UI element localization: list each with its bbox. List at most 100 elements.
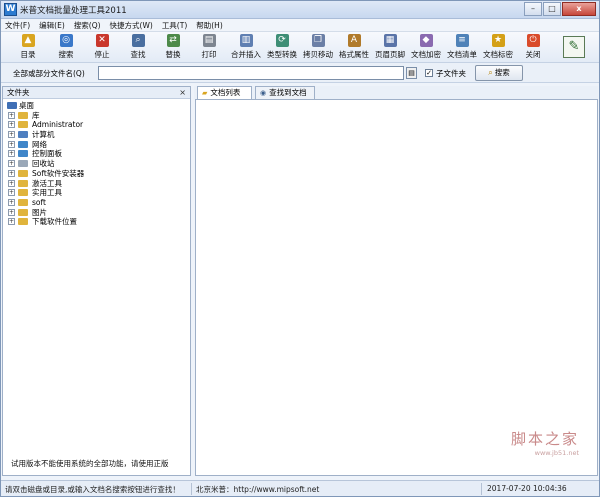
file-picker-button[interactable]: ▤ xyxy=(406,67,417,79)
toolbar-format-button[interactable]: A 格式属性 xyxy=(336,34,372,62)
expand-icon[interactable]: + xyxy=(8,131,15,139)
toolbar-directory-button[interactable]: ▲ 目录 xyxy=(13,34,43,62)
folder-icon xyxy=(18,169,28,177)
desktop-icon xyxy=(7,102,17,109)
expand-icon[interactable]: + xyxy=(8,160,15,168)
close-window-button[interactable]: x xyxy=(562,2,596,16)
maximize-button[interactable]: □ xyxy=(543,2,561,16)
tree-item[interactable]: + 控制面板 xyxy=(3,149,190,159)
folder-icon xyxy=(18,179,28,187)
find-icon: ⌕ xyxy=(131,34,145,47)
folder-icon xyxy=(18,218,28,226)
replace-icon: ⇄ xyxy=(166,34,180,47)
menu-help[interactable]: 帮助(H) xyxy=(196,20,223,31)
tree-item[interactable]: + 实用工具 xyxy=(3,188,190,198)
expand-icon[interactable]: + xyxy=(8,169,15,177)
toolbar-search-button[interactable]: ◎ 搜索 xyxy=(51,34,81,62)
toolbar-replace-button[interactable]: ⇄ 替换 xyxy=(158,34,188,62)
folder-icon xyxy=(18,198,28,206)
toolbar-merge-button[interactable]: ▥ 合并插入 xyxy=(228,34,264,62)
folder-icon xyxy=(18,131,28,139)
toolbar-print-button[interactable]: ▤ 打印 xyxy=(194,34,224,62)
binoculars-icon: ◉ xyxy=(260,89,267,97)
toolbar-doc-list-button[interactable]: ≡ 文档清单 xyxy=(444,34,480,62)
toolbar-convert-button[interactable]: ⟳ 类型转换 xyxy=(264,34,300,62)
tree-item-label: 图片 xyxy=(32,207,47,217)
tree-item-label: 激活工具 xyxy=(32,178,62,188)
tree-item[interactable]: + Administrator xyxy=(3,120,190,130)
toolbar-find-button[interactable]: ⌕ 查找 xyxy=(123,34,153,62)
expand-icon[interactable]: + xyxy=(8,121,15,129)
toolbar-encrypt-button[interactable]: ◆ 文档加密 xyxy=(408,34,444,62)
expand-icon[interactable]: + xyxy=(8,189,15,197)
list-icon: ≡ xyxy=(455,34,469,47)
minimize-button[interactable]: – xyxy=(524,2,542,16)
watermark-text: 脚本之家 xyxy=(510,430,579,448)
tree-item-label: 桌面 xyxy=(19,101,34,110)
title-bar[interactable]: W 米普文档批量处理工具2011 – □ x xyxy=(1,1,599,19)
trial-notice: 试用版本不能使用系统的全部功能，请使用正版 xyxy=(11,459,169,468)
expand-icon[interactable]: + xyxy=(8,111,15,119)
folder-icon xyxy=(18,121,28,129)
header-footer-icon: ▦ xyxy=(383,34,397,47)
expand-icon[interactable]: + xyxy=(8,218,15,226)
tree-item-label: Administrator xyxy=(32,120,84,130)
folder-icon xyxy=(18,111,28,119)
expand-icon[interactable]: + xyxy=(8,198,15,206)
tree-item[interactable]: + 激活工具 xyxy=(3,179,190,189)
tree-item-label: Soft软件安装器 xyxy=(32,168,85,178)
tree-item[interactable]: + 图片 xyxy=(3,208,190,218)
subfolder-checkbox[interactable]: ✓ xyxy=(425,69,433,77)
close-icon[interactable]: × xyxy=(179,87,186,98)
window-title: 米普文档批量处理工具2011 xyxy=(20,6,127,16)
menu-tools[interactable]: 工具(T) xyxy=(162,20,187,31)
toolbar-header-footer-button[interactable]: ▦ 页眉页脚 xyxy=(372,34,408,62)
status-hint: 请双击磁盘或目录,或输入文档名搜索按钮进行查找！ xyxy=(5,485,180,494)
tree-item[interactable]: + 回收站 xyxy=(3,159,190,169)
tree-item[interactable]: + 计算机 xyxy=(3,130,190,140)
expand-icon[interactable]: + xyxy=(8,179,15,187)
search-button[interactable]: ⌕ 搜索 xyxy=(475,65,523,81)
expand-icon[interactable]: + xyxy=(8,140,15,148)
document-list-area[interactable]: 脚本之家 www.jb51.net xyxy=(195,99,598,476)
filename-label: 全部或部分文件名(Q) xyxy=(13,69,85,78)
tree-item[interactable]: 桌面 xyxy=(3,101,190,111)
menu-bar: 文件(F) 编辑(E) 搜索(Q) 快捷方式(W) 工具(T) 帮助(H) xyxy=(1,19,599,31)
filename-input[interactable] xyxy=(98,66,404,80)
tree-item[interactable]: + 网络 xyxy=(3,140,190,150)
tree-item-label: 计算机 xyxy=(32,130,55,140)
tab-found-documents[interactable]: ◉ 查找到文档 xyxy=(255,86,315,99)
copy-move-icon: ❐ xyxy=(311,34,325,47)
menu-edit[interactable]: 编辑(E) xyxy=(39,20,65,31)
folder-icon xyxy=(18,150,28,158)
tab-document-list[interactable]: ▰ 文档列表 xyxy=(197,86,252,99)
subfolder-label: 子文件夹 xyxy=(436,69,466,78)
folder-panel-title: 文件夹 xyxy=(7,88,30,97)
expand-icon[interactable]: + xyxy=(8,150,15,158)
toolbar-classify-button[interactable]: ★ 文档标密 xyxy=(480,34,516,62)
tree-item-label: soft xyxy=(32,197,46,207)
toolbar-close-button[interactable]: ⏻ 关闭 xyxy=(518,34,548,62)
tree-item[interactable]: + soft xyxy=(3,198,190,208)
menu-shortcuts[interactable]: 快捷方式(W) xyxy=(110,20,153,31)
search-doc-icon: ◎ xyxy=(59,34,73,47)
tree-item[interactable]: + 库 xyxy=(3,111,190,121)
status-company: 北京米普：http://www.mipsoft.net xyxy=(196,485,320,494)
tree-item-label: 实用工具 xyxy=(32,188,62,198)
app-icon: W xyxy=(4,3,17,16)
menu-search[interactable]: 搜索(Q) xyxy=(74,20,101,31)
folder-up-icon: ▲ xyxy=(21,34,35,47)
folder-panel: 文件夹 × 桌面 + 库 + Administrator + 计算机 + 网络 + 控制面板 + 回收站… xyxy=(2,86,191,476)
encrypt-icon: ◆ xyxy=(419,34,433,47)
toolbar-stop-button[interactable]: ✕ 停止 xyxy=(87,34,117,62)
app-logo-icon: ✎ xyxy=(563,36,585,58)
merge-icon: ▥ xyxy=(239,34,253,47)
tree-item[interactable]: + Soft软件安装器 xyxy=(3,169,190,179)
folder-icon xyxy=(18,208,28,216)
format-icon: A xyxy=(347,34,361,47)
expand-icon[interactable]: + xyxy=(8,208,15,216)
toolbar-copy-move-button[interactable]: ❐ 拷贝移动 xyxy=(300,34,336,62)
menu-file[interactable]: 文件(F) xyxy=(5,20,30,31)
tree-item-label: 下载软件位置 xyxy=(32,217,77,227)
tree-item[interactable]: + 下载软件位置 xyxy=(3,217,190,227)
